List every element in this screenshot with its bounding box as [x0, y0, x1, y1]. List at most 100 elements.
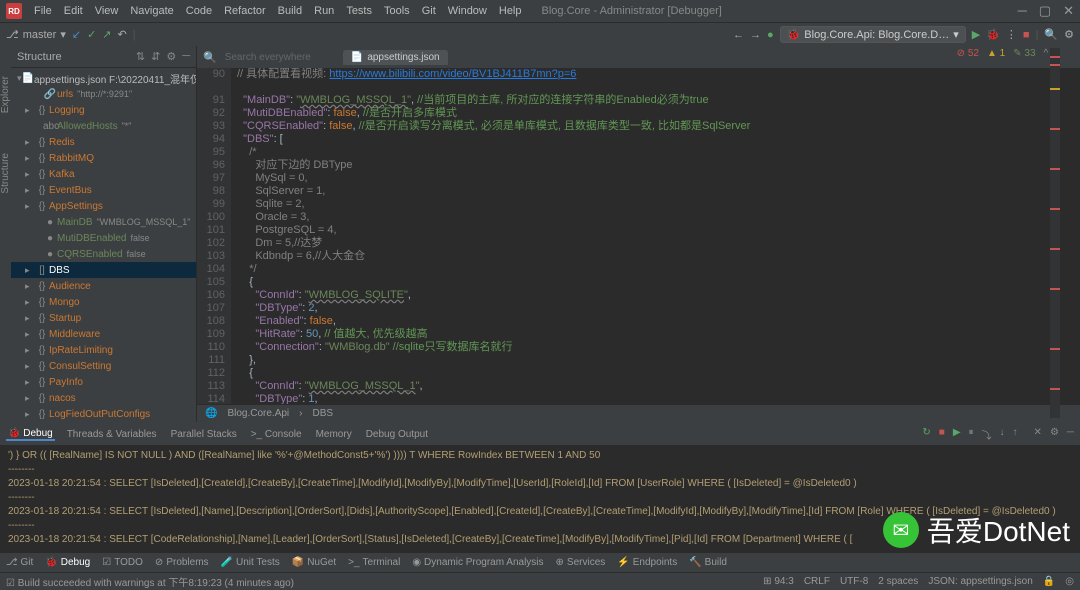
debug-icon[interactable]: 🐞 [986, 28, 1000, 41]
forward-icon[interactable]: → [750, 29, 761, 41]
vcs-update-icon[interactable]: ↙ [72, 28, 81, 41]
editor-gutter[interactable]: 9091929394959697989910010110210310410510… [197, 68, 231, 404]
editor-area: 🔍 Search everywhere 📄 appsettings.json ⊘… [197, 46, 1080, 422]
menu-code[interactable]: Code [180, 5, 218, 17]
structure-node-maindb[interactable]: ●MainDB"WMBLOG_MSSQL_1" [11, 214, 196, 230]
hide-icon[interactable]: ─ [182, 50, 190, 63]
structure-node-rabbitmq[interactable]: ▸{}RabbitMQ [11, 150, 196, 166]
structure-node-payinfo[interactable]: ▸{}PayInfo [11, 374, 196, 390]
search-everywhere-hint[interactable]: Search everywhere [225, 52, 311, 63]
vcs-push-icon[interactable]: ↗ [102, 28, 111, 41]
structure-node-cqrsenabled[interactable]: ●CQRSEnabledfalse [11, 246, 196, 262]
resume-icon[interactable]: ▶ [953, 427, 961, 442]
vcs-commit-icon[interactable]: ✓ [87, 28, 96, 41]
search-everywhere-icon[interactable]: 🔍 [1044, 28, 1058, 41]
structure-node-audience[interactable]: ▸{}Audience [11, 278, 196, 294]
structure-node-dbs[interactable]: ▸[]DBS [11, 262, 196, 278]
structure-node-redis[interactable]: ▸{}Redis [11, 134, 196, 150]
structure-node-appsettings[interactable]: ▸{}AppSettings [11, 198, 196, 214]
toolwin-git[interactable]: ⎇Git [6, 557, 33, 568]
settings-icon[interactable]: ⚙ [1050, 427, 1059, 442]
menu-view[interactable]: View [89, 5, 125, 17]
toolwin-endpoints[interactable]: ⚡Endpoints [617, 557, 677, 568]
structure-node-logging[interactable]: ▸{}Logging [11, 102, 196, 118]
menu-git[interactable]: Git [416, 5, 442, 17]
rerun-icon[interactable]: ↻ [922, 427, 930, 442]
hide-icon[interactable]: ─ [1067, 427, 1074, 442]
debug-tab-threads-variables[interactable]: Threads & Variables [65, 429, 159, 440]
menu-file[interactable]: File [28, 5, 58, 17]
error-stripe[interactable] [1050, 48, 1060, 418]
pause-icon[interactable]: ⏸ [969, 427, 974, 442]
breadcrumbs[interactable]: 🌐 Blog.Core.Api › DBS [197, 404, 1080, 422]
expand-all-icon[interactable]: ⇅ [136, 50, 145, 63]
git-branch-selector[interactable]: ⎇ master ▾ [6, 28, 66, 41]
toolwin-dynamic-program-analysis[interactable]: ◉Dynamic Program Analysis [412, 557, 543, 568]
close-icon[interactable]: ✕ [1063, 3, 1074, 19]
debug-tab-parallel-stacks[interactable]: Parallel Stacks [169, 429, 239, 440]
search-icon[interactable]: 🔍 [203, 51, 217, 64]
back-icon[interactable]: ← [733, 29, 744, 41]
editor-source[interactable]: // 具体配置看视频: https://www.bilibili.com/vid… [231, 68, 1080, 404]
menu-tools[interactable]: Tools [378, 5, 416, 17]
run-icon[interactable]: ▶ [972, 28, 980, 41]
settings-icon[interactable]: ⚙ [1064, 28, 1074, 41]
tool-window-bar: ⎇Git 🐞Debug ☑TODO ⊘Problems 🧪Unit Tests 📦NuGe… [0, 552, 1080, 572]
menu-help[interactable]: Help [493, 5, 528, 17]
run-configuration-selector[interactable]: 🐞 Blog.Core.Api: Blog.Core.D… ▾ [780, 26, 966, 43]
structure-node-allowedhosts[interactable]: abcAllowedHosts"*" [11, 118, 196, 134]
structure-node-ipratelimiting[interactable]: ▸{}IpRateLimiting [11, 342, 196, 358]
main-toolbar: ⎇ master ▾ ↙ ✓ ↗ ↶ | ← → ● 🐞 Blog.Core.A… [0, 22, 1080, 46]
structure-node-kafka[interactable]: ▸{}Kafka [11, 166, 196, 182]
structure-node-logfiedoutputconfigs[interactable]: ▸{}LogFiedOutPutConfigs [11, 406, 196, 422]
menu-edit[interactable]: Edit [58, 5, 89, 17]
step-out-icon[interactable]: ↑ [1013, 427, 1018, 442]
debug-tab-console[interactable]: >_ Console [249, 429, 304, 440]
structure-node-mutidbenabled[interactable]: ●MutiDBEnabledfalse [11, 230, 196, 246]
editor-tab-appsettings[interactable]: 📄 appsettings.json [343, 50, 448, 65]
settings-icon[interactable]: ⚙ [166, 50, 176, 63]
divider: | [133, 29, 136, 41]
menu-navigate[interactable]: Navigate [124, 5, 179, 17]
stop-icon[interactable]: ■ [1023, 29, 1030, 41]
toolstrip-explorer[interactable]: Explorer [0, 76, 11, 113]
step-over-icon[interactable]: ⤵ [982, 427, 992, 442]
toolwin-build[interactable]: 🔨Build [689, 557, 727, 568]
step-into-icon[interactable]: ↓ [1000, 427, 1005, 442]
menu-refactor[interactable]: Refactor [218, 5, 272, 17]
debug-status-icon: ● [767, 29, 774, 41]
toolwin-nuget[interactable]: 📦NuGet [292, 557, 336, 568]
structure-node-startup[interactable]: ▸{}Startup [11, 310, 196, 326]
toolwin-terminal[interactable]: >_Terminal [348, 557, 400, 568]
stop-icon[interactable]: ■ [939, 427, 945, 442]
debug-tab-debug-output[interactable]: Debug Output [364, 429, 430, 440]
structure-root[interactable]: ▾📄 appsettings.json F:\20220411_混年仅... [11, 70, 196, 86]
structure-node-mongo[interactable]: ▸{}Mongo [11, 294, 196, 310]
window-title: Blog.Core - Administrator [Debugger] [542, 5, 722, 17]
structure-node-middleware[interactable]: ▸{}Middleware [11, 326, 196, 342]
toolwin-unit-tests[interactable]: 🧪Unit Tests [221, 557, 280, 568]
structure-node-consulsetting[interactable]: ▸{}ConsulSetting [11, 358, 196, 374]
menu-tests[interactable]: Tests [340, 5, 378, 17]
menu-run[interactable]: Run [308, 5, 340, 17]
toolstrip-structure[interactable]: Structure [0, 153, 11, 194]
toolwin-todo[interactable]: ☑TODO [102, 557, 143, 568]
toolwin-services[interactable]: ⊕Services [556, 557, 606, 568]
inspection-widget[interactable]: ⊘ 52 ▲ 1 ✎ 33 ^ v [957, 48, 1056, 59]
structure-node-eventbus[interactable]: ▸{}EventBus [11, 182, 196, 198]
structure-node-urls[interactable]: 🔗urls"http://*:9291" [11, 86, 196, 102]
maximize-icon[interactable]: ▢ [1039, 3, 1051, 19]
close-icon[interactable]: ✕ [1034, 427, 1042, 442]
toolwin-debug[interactable]: 🐞Debug [45, 557, 90, 568]
more-actions-icon[interactable]: ⋮ [1006, 28, 1017, 41]
debug-output[interactable]: ') } OR (( [RealName] IS NOT NULL ) AND … [0, 445, 1080, 552]
minimize-icon[interactable]: ─ [1018, 3, 1027, 19]
debug-tab-memory[interactable]: Memory [314, 429, 354, 440]
structure-node-nacos[interactable]: ▸{}nacos [11, 390, 196, 406]
menu-build[interactable]: Build [272, 5, 308, 17]
debug-tab-debug[interactable]: 🐞 Debug [6, 428, 55, 441]
toolwin-problems[interactable]: ⊘Problems [155, 557, 209, 568]
history-icon[interactable]: ↶ [118, 28, 127, 41]
menu-window[interactable]: Window [442, 5, 493, 17]
collapse-all-icon[interactable]: ⇵ [151, 50, 160, 63]
